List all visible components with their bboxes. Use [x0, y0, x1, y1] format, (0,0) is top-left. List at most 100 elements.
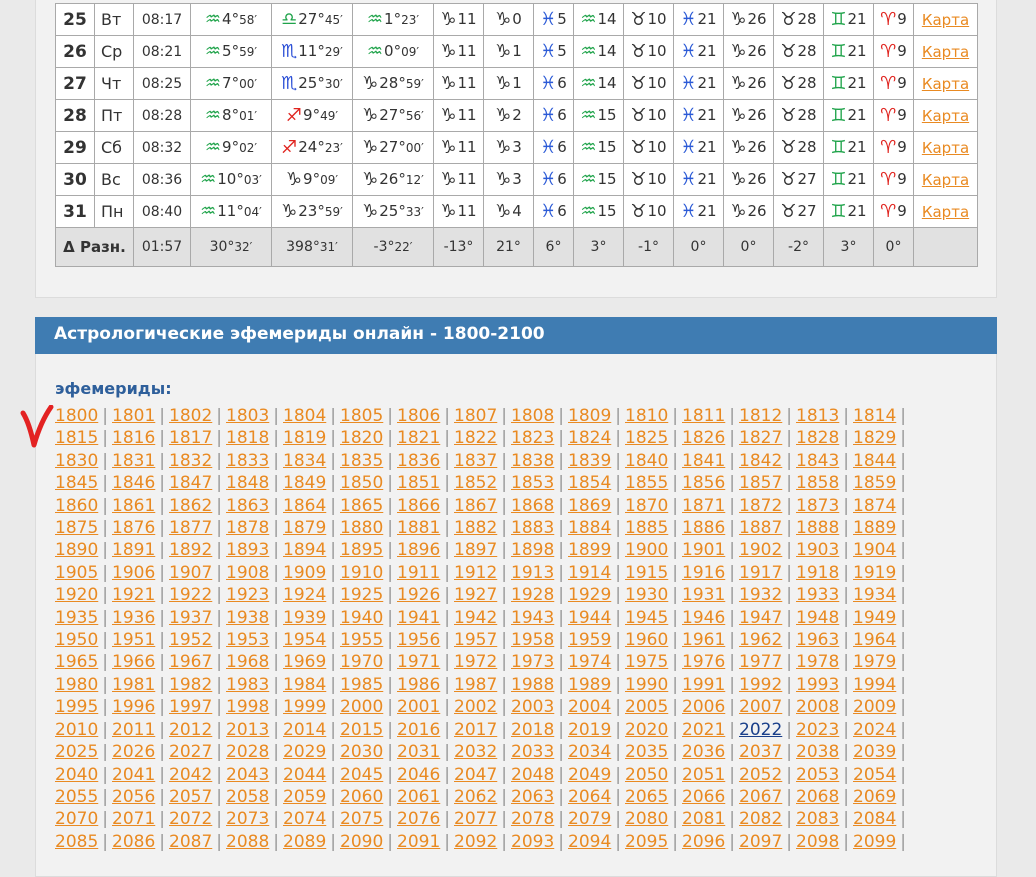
year-link-1914[interactable]: 1914 [568, 563, 611, 583]
year-link-1978[interactable]: 1978 [796, 652, 839, 672]
year-link-1910[interactable]: 1910 [340, 563, 383, 583]
year-link-2037[interactable]: 2037 [739, 742, 782, 762]
year-link-1919[interactable]: 1919 [853, 563, 896, 583]
year-link-1952[interactable]: 1952 [169, 630, 212, 650]
year-link-1842[interactable]: 1842 [739, 451, 782, 471]
year-link-1858[interactable]: 1858 [796, 473, 839, 493]
year-link-1930[interactable]: 1930 [625, 585, 668, 605]
year-link-2050[interactable]: 2050 [625, 765, 668, 785]
year-link-2068[interactable]: 2068 [796, 787, 839, 807]
year-link-1813[interactable]: 1813 [796, 406, 839, 426]
year-link-1864[interactable]: 1864 [283, 496, 326, 516]
year-link-2044[interactable]: 2044 [283, 765, 326, 785]
year-link-2026[interactable]: 2026 [112, 742, 155, 762]
year-link-1886[interactable]: 1886 [682, 518, 725, 538]
year-link-2005[interactable]: 2005 [625, 697, 668, 717]
year-link-2053[interactable]: 2053 [796, 765, 839, 785]
year-link-1887[interactable]: 1887 [739, 518, 782, 538]
year-link-2012[interactable]: 2012 [169, 720, 212, 740]
year-link-1932[interactable]: 1932 [739, 585, 782, 605]
year-link-1884[interactable]: 1884 [568, 518, 611, 538]
year-link-1853[interactable]: 1853 [511, 473, 554, 493]
year-link-1907[interactable]: 1907 [169, 563, 212, 583]
year-link-1921[interactable]: 1921 [112, 585, 155, 605]
year-link-1912[interactable]: 1912 [454, 563, 497, 583]
year-link-1827[interactable]: 1827 [739, 428, 782, 448]
year-link-1970[interactable]: 1970 [340, 652, 383, 672]
year-link-2056[interactable]: 2056 [112, 787, 155, 807]
map-link[interactable]: Карта [922, 203, 969, 221]
year-link-1862[interactable]: 1862 [169, 496, 212, 516]
year-link-1944[interactable]: 1944 [568, 608, 611, 628]
year-link-1957[interactable]: 1957 [454, 630, 497, 650]
year-link-2033[interactable]: 2033 [511, 742, 554, 762]
year-link-2060[interactable]: 2060 [340, 787, 383, 807]
year-link-1941[interactable]: 1941 [397, 608, 440, 628]
year-link-1928[interactable]: 1928 [511, 585, 554, 605]
year-link-1940[interactable]: 1940 [340, 608, 383, 628]
year-link-2071[interactable]: 2071 [112, 809, 155, 829]
year-link-1938[interactable]: 1938 [226, 608, 269, 628]
year-link-1803[interactable]: 1803 [226, 406, 269, 426]
year-link-2020[interactable]: 2020 [625, 720, 668, 740]
year-link-1954[interactable]: 1954 [283, 630, 326, 650]
year-link-1815[interactable]: 1815 [55, 428, 98, 448]
year-link-2093[interactable]: 2093 [511, 832, 554, 852]
year-link-1847[interactable]: 1847 [169, 473, 212, 493]
year-link-2076[interactable]: 2076 [397, 809, 440, 829]
year-link-2085[interactable]: 2085 [55, 832, 98, 852]
year-link-1901[interactable]: 1901 [682, 540, 725, 560]
year-link-2019[interactable]: 2019 [568, 720, 611, 740]
year-link-1888[interactable]: 1888 [796, 518, 839, 538]
year-link-1979[interactable]: 1979 [853, 652, 896, 672]
year-link-1822[interactable]: 1822 [454, 428, 497, 448]
year-link-1873[interactable]: 1873 [796, 496, 839, 516]
year-link-1939[interactable]: 1939 [283, 608, 326, 628]
year-link-1825[interactable]: 1825 [625, 428, 668, 448]
year-link-2063[interactable]: 2063 [511, 787, 554, 807]
year-link-1925[interactable]: 1925 [340, 585, 383, 605]
year-link-1824[interactable]: 1824 [568, 428, 611, 448]
year-link-1920[interactable]: 1920 [55, 585, 98, 605]
year-link-2036[interactable]: 2036 [682, 742, 725, 762]
year-link-2004[interactable]: 2004 [568, 697, 611, 717]
year-link-1982[interactable]: 1982 [169, 675, 212, 695]
year-link-1929[interactable]: 1929 [568, 585, 611, 605]
year-link-2064[interactable]: 2064 [568, 787, 611, 807]
year-link-1881[interactable]: 1881 [397, 518, 440, 538]
year-link-2039[interactable]: 2039 [853, 742, 896, 762]
year-link-1964[interactable]: 1964 [853, 630, 896, 650]
year-link-2081[interactable]: 2081 [682, 809, 725, 829]
year-link-2079[interactable]: 2079 [568, 809, 611, 829]
year-link-1958[interactable]: 1958 [511, 630, 554, 650]
year-link-2094[interactable]: 2094 [568, 832, 611, 852]
year-link-2062[interactable]: 2062 [454, 787, 497, 807]
year-link-2032[interactable]: 2032 [454, 742, 497, 762]
year-link-1962[interactable]: 1962 [739, 630, 782, 650]
year-link-2022[interactable]: 2022 [739, 720, 782, 740]
year-link-1916[interactable]: 1916 [682, 563, 725, 583]
year-link-2028[interactable]: 2028 [226, 742, 269, 762]
map-link[interactable]: Карта [922, 171, 969, 189]
year-link-2091[interactable]: 2091 [397, 832, 440, 852]
year-link-1922[interactable]: 1922 [169, 585, 212, 605]
year-link-1876[interactable]: 1876 [112, 518, 155, 538]
year-link-1857[interactable]: 1857 [739, 473, 782, 493]
year-link-1836[interactable]: 1836 [397, 451, 440, 471]
year-link-1933[interactable]: 1933 [796, 585, 839, 605]
year-link-1946[interactable]: 1946 [682, 608, 725, 628]
year-link-2002[interactable]: 2002 [454, 697, 497, 717]
year-link-1985[interactable]: 1985 [340, 675, 383, 695]
year-link-1953[interactable]: 1953 [226, 630, 269, 650]
year-link-1936[interactable]: 1936 [112, 608, 155, 628]
year-link-2046[interactable]: 2046 [397, 765, 440, 785]
year-link-1911[interactable]: 1911 [397, 563, 440, 583]
year-link-1972[interactable]: 1972 [454, 652, 497, 672]
year-link-2042[interactable]: 2042 [169, 765, 212, 785]
year-link-1905[interactable]: 1905 [55, 563, 98, 583]
year-link-1967[interactable]: 1967 [169, 652, 212, 672]
year-link-1882[interactable]: 1882 [454, 518, 497, 538]
year-link-1992[interactable]: 1992 [739, 675, 782, 695]
year-link-1973[interactable]: 1973 [511, 652, 554, 672]
year-link-1980[interactable]: 1980 [55, 675, 98, 695]
